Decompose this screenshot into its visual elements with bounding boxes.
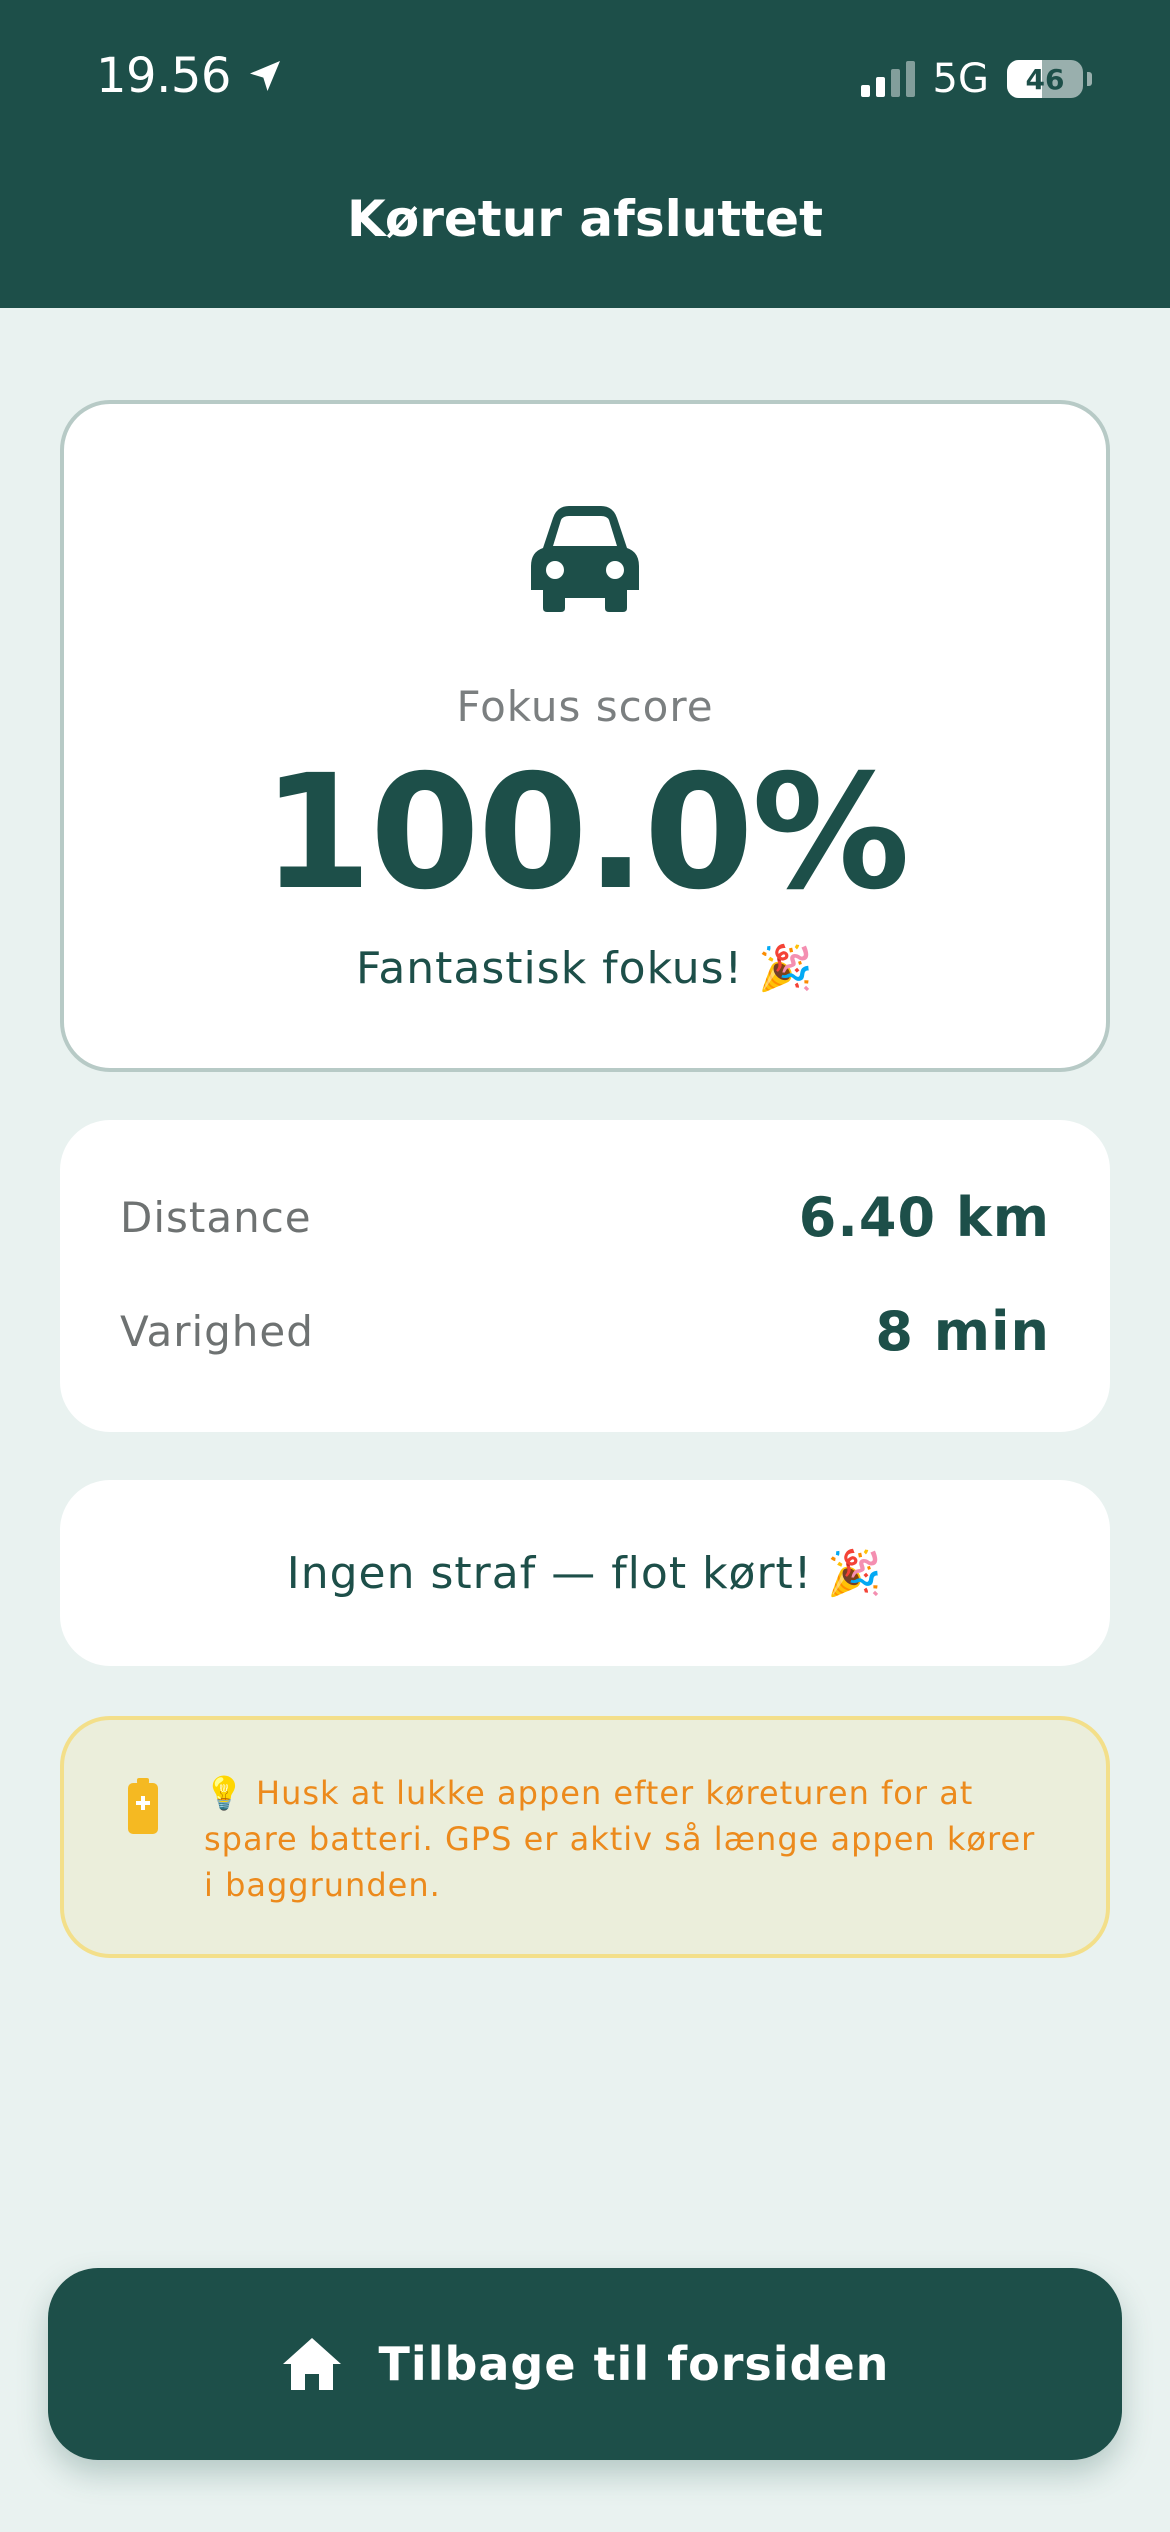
tip-text: 💡 Husk at lukke appen efter køreturen fo… [204,1774,1036,1904]
penalty-text: Ingen straf — flot kørt! 🎉 [286,1548,884,1599]
battery-icon [128,1778,158,1834]
duration-label: Varighed [120,1307,314,1356]
battery-cap [1087,72,1092,86]
battery-tip-card: 💡 Husk at lukke appen efter køreturen fo… [60,1716,1110,1958]
page-title: Køretur afsluttet [347,190,823,248]
distance-label: Distance [120,1193,312,1242]
header: 19.56 5G 46 Køretur afsluttet [0,0,1170,308]
home-icon [282,2338,341,2390]
score-message: Fantastisk fokus! 🎉 [356,943,814,994]
distance-row: Distance 6.40 km [120,1186,1050,1249]
duration-row: Varighed 8 min [120,1300,1050,1363]
score-label: Fokus score [456,682,714,731]
car-icon [531,506,639,612]
signal-icon [860,61,915,97]
distance-value: 6.40 km [798,1186,1050,1249]
status-time-text: 19.56 [96,48,231,104]
status-time: 19.56 [96,48,285,104]
score-value: 100.0% [261,741,910,925]
trip-stats-card: Distance 6.40 km Varighed 8 min [60,1120,1110,1432]
location-arrow-icon [249,61,280,91]
back-to-home-button[interactable]: Tilbage til forsiden [48,2268,1122,2460]
penalty-card: Ingen straf — flot kørt! 🎉 [60,1480,1110,1666]
home-button-label: Tilbage til forsiden [378,2337,890,2391]
status-indicators: 5G 46 [860,56,1092,102]
duration-value: 8 min [875,1300,1050,1363]
battery-percent: 46 [1025,62,1065,96]
network-type: 5G [932,56,989,102]
battery-status-icon: 46 [1007,60,1083,98]
focus-score-card: Fokus score 100.0% Fantastisk fokus! 🎉 [60,400,1110,1072]
